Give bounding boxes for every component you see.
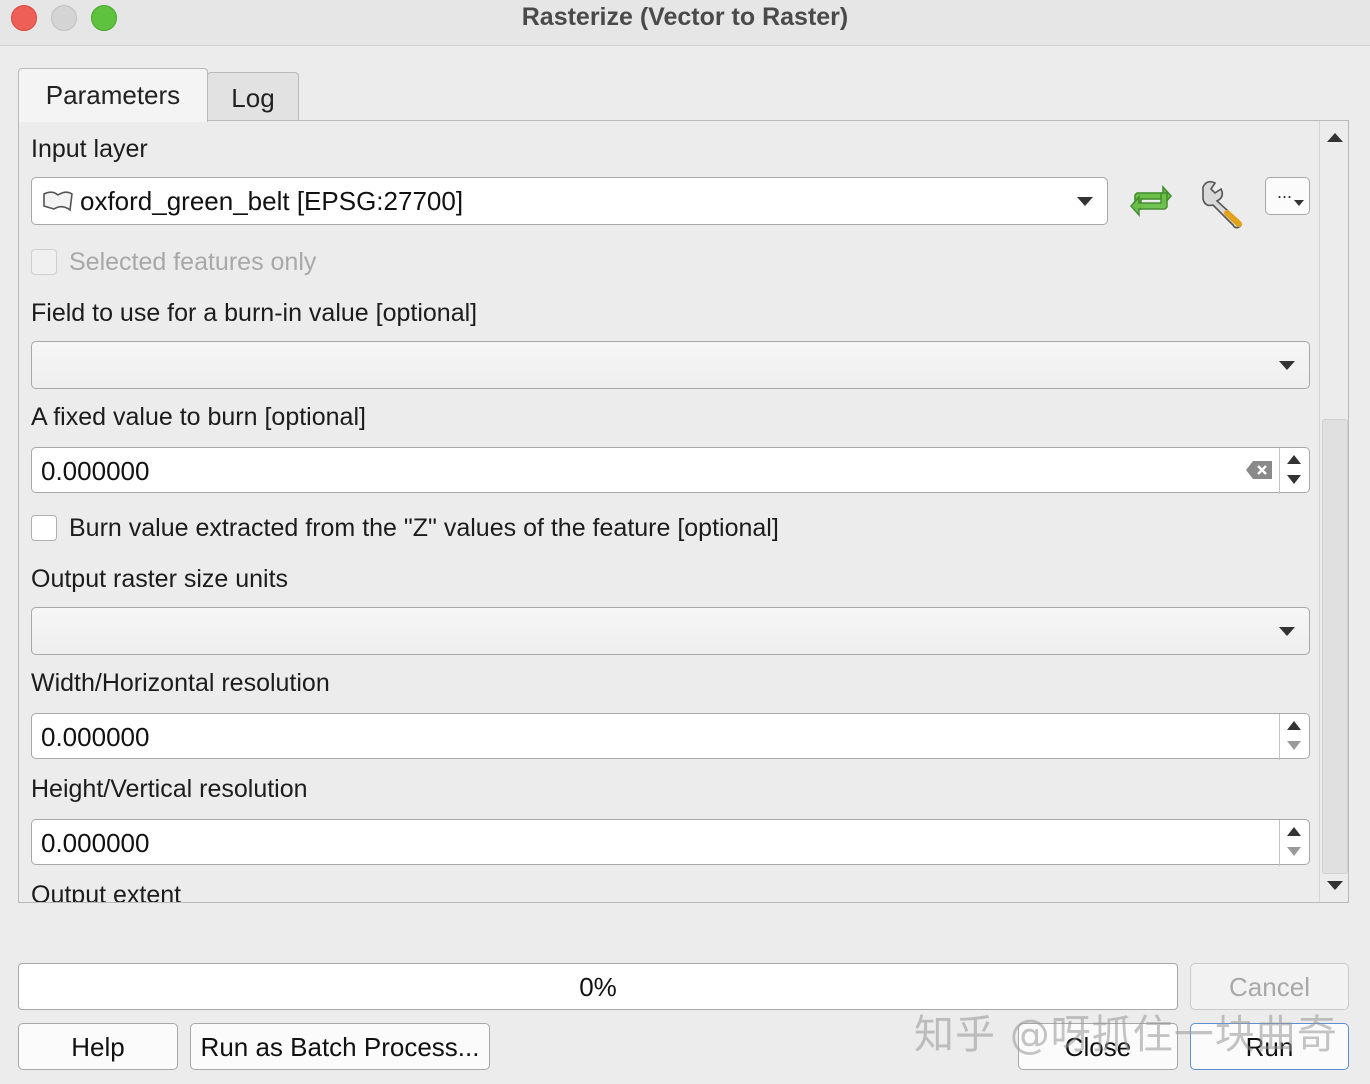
chevron-down-icon	[1279, 361, 1295, 370]
width-res-label: Width/Horizontal resolution	[31, 669, 330, 697]
layer-options-button[interactable]: ...	[1265, 177, 1310, 215]
height-res-input[interactable]: 0.000000	[41, 828, 149, 859]
progress-text: 0%	[579, 972, 617, 1002]
width-res-spinbox[interactable]: 0.000000	[31, 713, 1310, 760]
spin-down-icon[interactable]	[1287, 475, 1301, 484]
burn-field-label: Field to use for a burn-in value [option…	[31, 299, 478, 327]
vertical-scrollbar[interactable]	[1319, 121, 1348, 902]
width-res-stepper[interactable]	[1279, 714, 1309, 760]
more-button-label: ...	[1277, 182, 1293, 202]
input-layer-label: Input layer	[31, 135, 148, 163]
width-res-input[interactable]: 0.000000	[41, 722, 149, 753]
scroll-up-icon[interactable]	[1327, 133, 1343, 142]
burn-z-label: Burn value extracted from the "Z" values…	[69, 514, 779, 542]
fixed-value-input[interactable]: 0.000000	[41, 456, 149, 487]
scroll-down-icon[interactable]	[1327, 881, 1343, 890]
scroll-thumb[interactable]	[1322, 419, 1348, 874]
fixed-value-label: A fixed value to burn [optional]	[31, 403, 366, 431]
spin-up-icon[interactable]	[1287, 455, 1301, 464]
clear-icon[interactable]	[1245, 460, 1273, 485]
watermark-text: 知乎 @呀抓住一块曲奇	[914, 1012, 1338, 1058]
wrench-icon[interactable]	[1197, 177, 1249, 234]
selected-features-checkbox[interactable]	[31, 249, 57, 275]
burn-field-combo[interactable]	[31, 341, 1310, 389]
iterate-over-features-icon[interactable]	[1127, 179, 1175, 228]
run-batch-button[interactable]: Run as Batch Process...	[190, 1023, 490, 1070]
tab-log[interactable]: Log	[207, 72, 299, 124]
help-button[interactable]: Help	[18, 1023, 178, 1070]
output-extent-label: Output extent	[31, 881, 182, 903]
tab-parameters[interactable]: Parameters	[18, 68, 208, 122]
height-res-label: Height/Vertical resolution	[31, 775, 308, 803]
selected-features-label: Selected features only	[69, 248, 317, 276]
chevron-down-icon	[1077, 197, 1093, 206]
input-layer-combo[interactable]: oxford_green_belt [EPSG:27700]	[31, 177, 1108, 225]
title-bar: Rasterize (Vector to Raster)	[0, 0, 1370, 46]
height-res-stepper[interactable]	[1279, 820, 1309, 866]
spin-down-icon[interactable]	[1287, 847, 1301, 856]
chevron-down-icon	[1279, 627, 1295, 636]
dropdown-arrow-icon	[1294, 200, 1304, 206]
window-title: Rasterize (Vector to Raster)	[521, 3, 849, 31]
spin-up-icon[interactable]	[1287, 721, 1301, 730]
fixed-value-stepper[interactable]	[1279, 448, 1309, 494]
spin-up-icon[interactable]	[1287, 827, 1301, 836]
fixed-value-spinbox[interactable]: 0.000000	[31, 447, 1310, 494]
spin-down-icon[interactable]	[1287, 741, 1301, 750]
polygon-layer-icon	[42, 190, 74, 219]
parameters-panel: Input layer oxford_green_belt [EPSG:2770…	[18, 120, 1349, 903]
size-units-label: Output raster size units	[31, 565, 289, 593]
burn-z-checkbox[interactable]	[31, 515, 57, 541]
height-res-spinbox[interactable]: 0.000000	[31, 819, 1310, 866]
input-layer-value: oxford_green_belt [EPSG:27700]	[80, 186, 464, 216]
size-units-combo[interactable]	[31, 607, 1310, 655]
